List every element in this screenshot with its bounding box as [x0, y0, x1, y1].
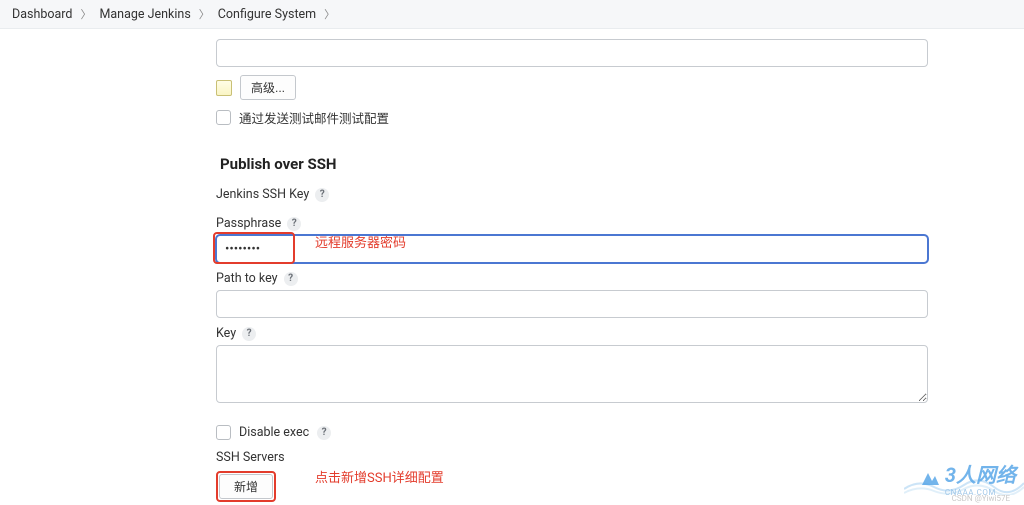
help-icon[interactable]: ? [284, 272, 298, 286]
watermark-credit: CSDN @Yiwi57E [952, 494, 1010, 503]
annotation-highlight-add: 新增 [216, 471, 276, 502]
advanced-button[interactable]: 高级... [240, 75, 296, 100]
breadcrumb-dashboard[interactable]: Dashboard [12, 7, 72, 22]
ssh-servers-label: SSH Servers [216, 450, 285, 465]
path-to-key-label: Path to key [216, 271, 278, 286]
add-ssh-server-button[interactable]: 新增 [219, 474, 273, 499]
passphrase-label: Passphrase [216, 216, 281, 231]
test-email-checkbox[interactable] [216, 110, 231, 125]
help-icon[interactable]: ? [287, 217, 301, 231]
chevron-right-icon: 〉 [324, 6, 335, 22]
help-icon[interactable]: ? [315, 188, 329, 202]
breadcrumb: Dashboard 〉 Manage Jenkins 〉 Configure S… [0, 0, 1024, 29]
key-label: Key [216, 326, 236, 341]
disable-exec-checkbox[interactable] [216, 425, 231, 440]
key-textarea[interactable] [216, 345, 928, 403]
jenkins-ssh-key-row: Jenkins SSH Key ? [216, 187, 928, 202]
section-title-publish-over-ssh: Publish over SSH [220, 155, 928, 173]
watermark-main: 3人网络 [945, 463, 1016, 487]
jenkins-ssh-key-label: Jenkins SSH Key [216, 187, 309, 202]
top-text-input[interactable] [216, 39, 928, 67]
chevron-right-icon: 〉 [80, 6, 91, 22]
advanced-row: 高级... [216, 75, 928, 100]
disable-exec-label: Disable exec [239, 425, 309, 440]
top-field-row [216, 39, 928, 67]
ssh-servers-row: SSH Servers 新增 [216, 450, 928, 502]
passphrase-row: Passphrase ? [216, 216, 928, 263]
key-row: Key ? [216, 326, 928, 407]
help-icon[interactable]: ? [242, 327, 256, 341]
path-to-key-row: Path to key ? [216, 271, 928, 318]
passphrase-input[interactable] [216, 235, 928, 263]
main-content: 高级... 通过发送测试邮件测试配置 Publish over SSH Jenk… [216, 29, 928, 502]
watermark-logo: 3人网络 CNAAA.COM [919, 459, 1016, 497]
breadcrumb-manage-jenkins[interactable]: Manage Jenkins [99, 7, 190, 22]
test-email-label: 通过发送测试邮件测试配置 [239, 108, 389, 127]
file-icon [216, 80, 232, 96]
help-icon[interactable]: ? [317, 426, 331, 440]
disable-exec-row: Disable exec ? [216, 425, 928, 440]
test-email-row: 通过发送测试邮件测试配置 [216, 108, 928, 127]
logo-icon [919, 467, 941, 489]
chevron-right-icon: 〉 [199, 6, 210, 22]
breadcrumb-configure-system[interactable]: Configure System [218, 7, 316, 22]
path-to-key-input[interactable] [216, 290, 928, 318]
